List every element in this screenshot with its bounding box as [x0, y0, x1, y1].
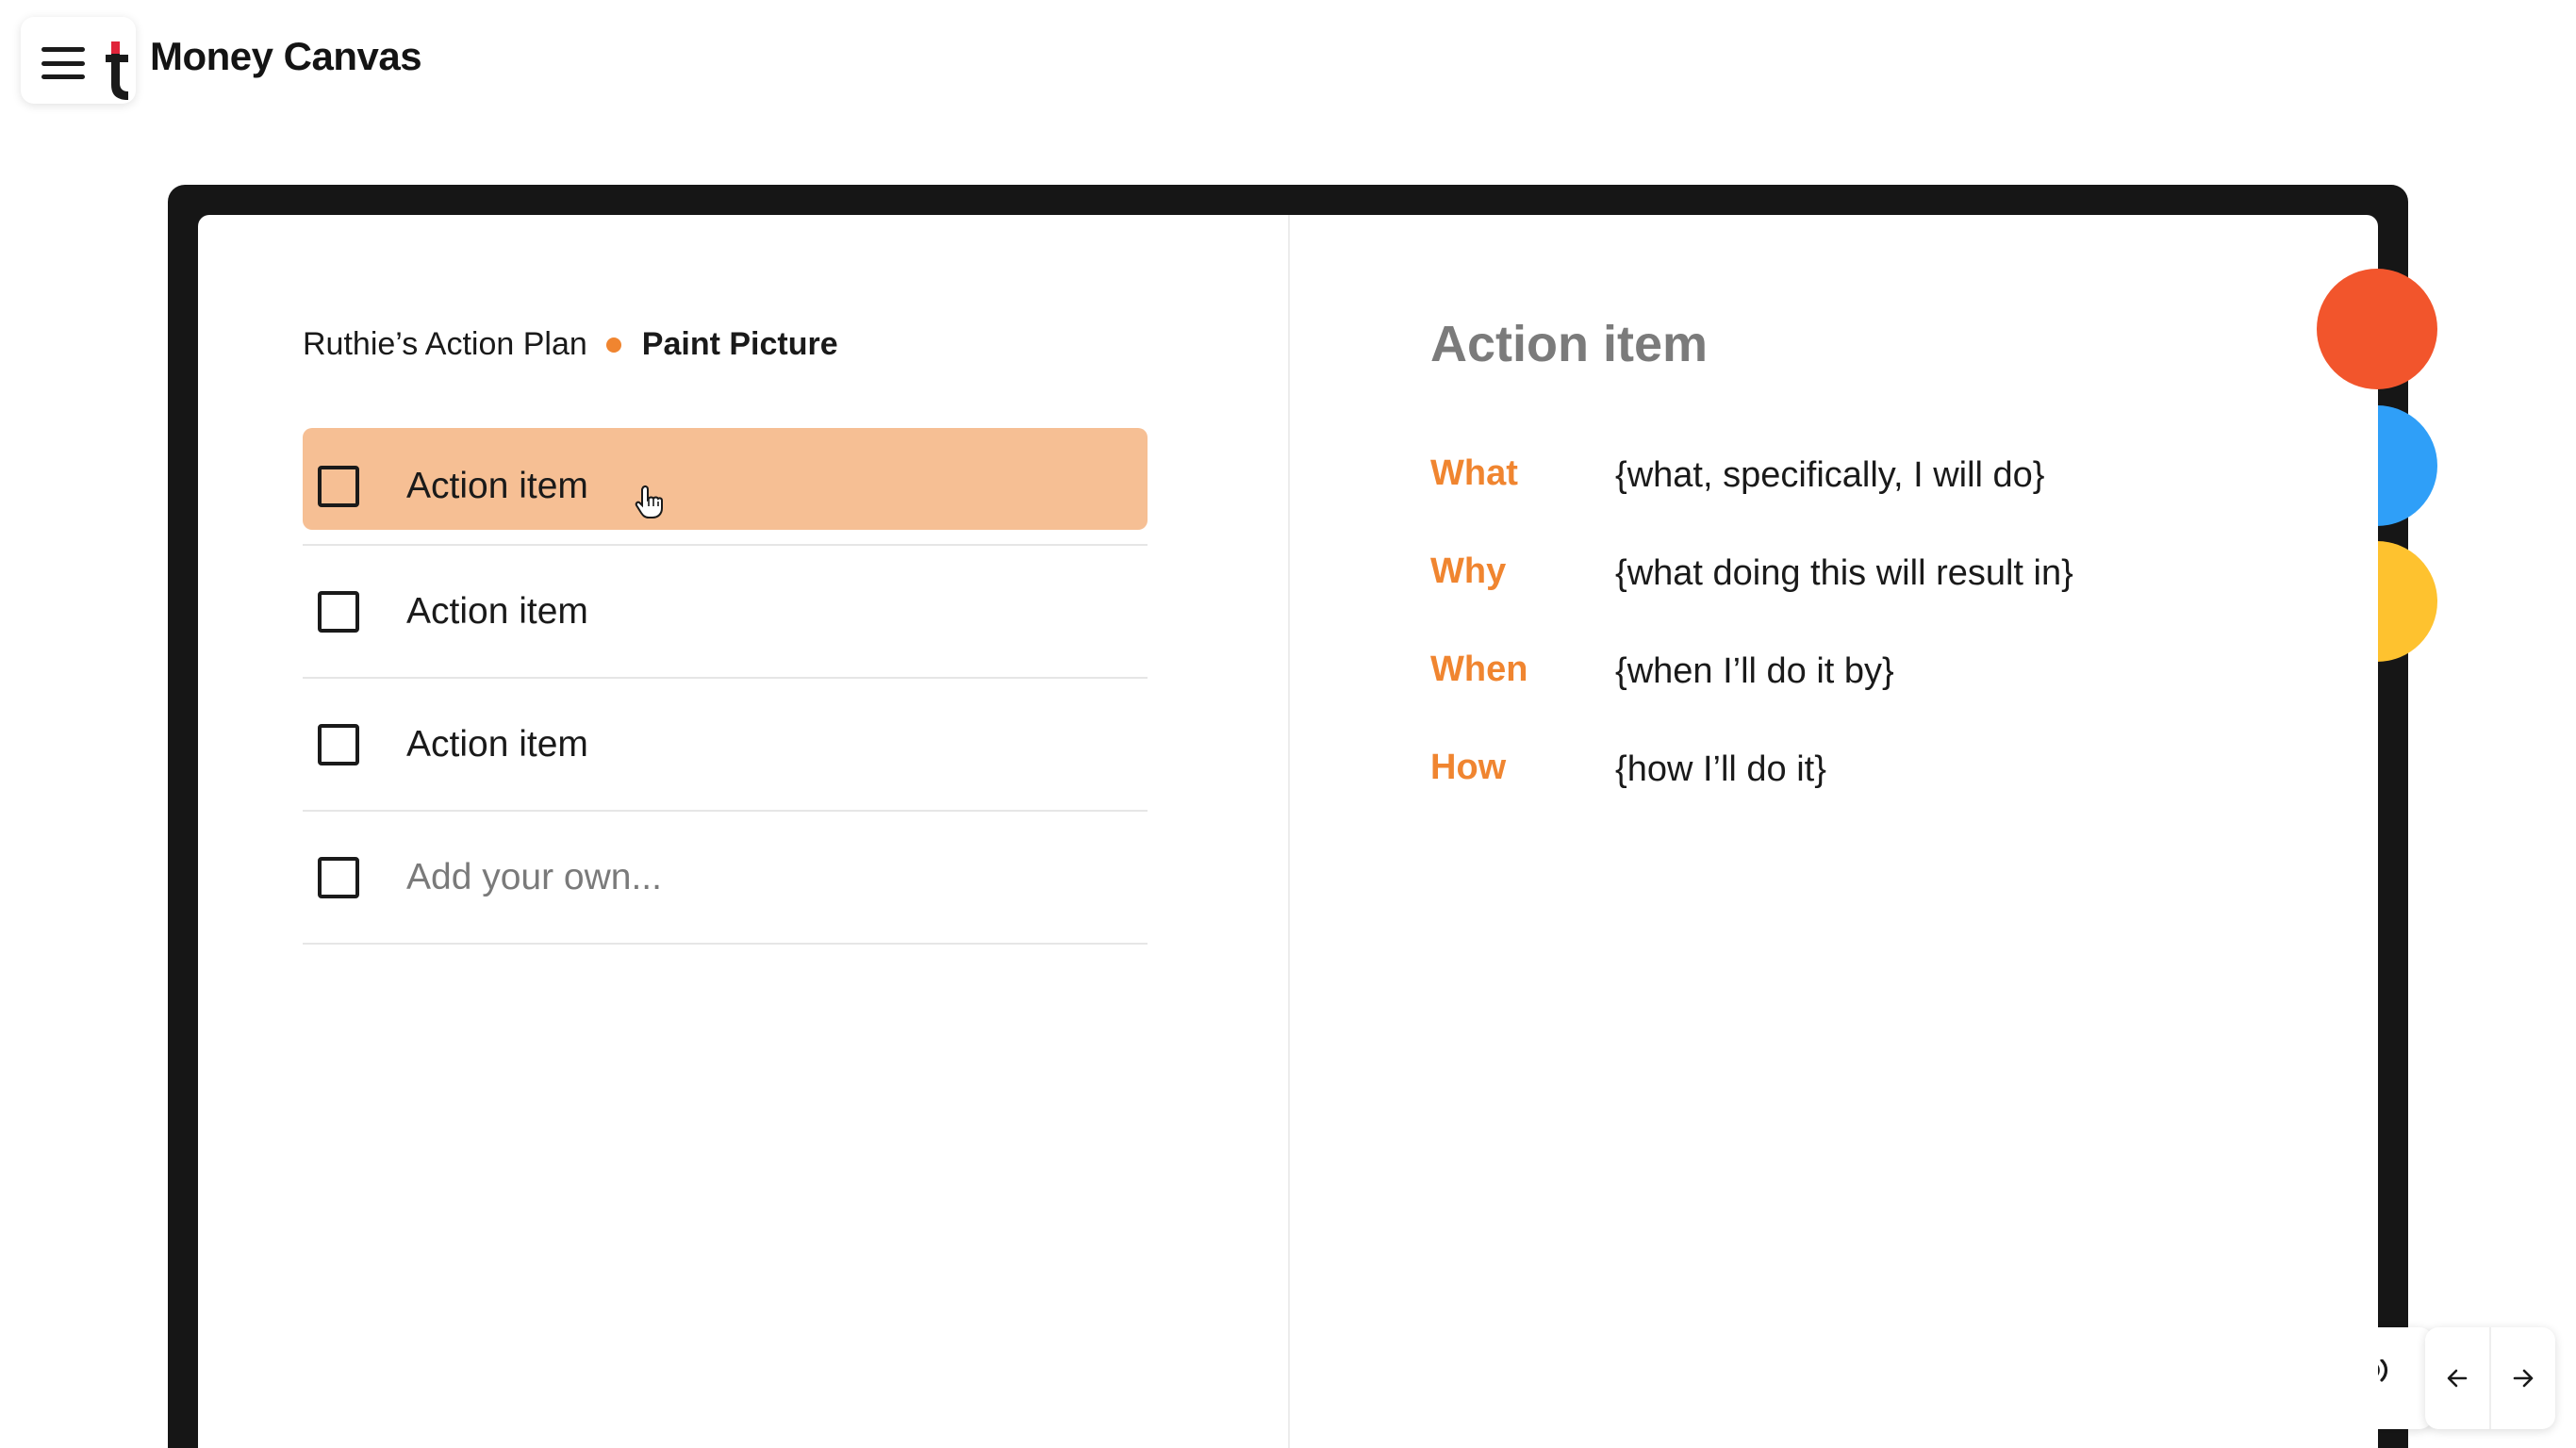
- detail-row-why: Why {what doing this will result in}: [1430, 522, 2073, 620]
- detail-row-what: What {what, specifically, I will do}: [1430, 424, 2073, 522]
- next-page-button[interactable]: [2491, 1327, 2555, 1429]
- action-item-label: Action item: [406, 465, 588, 506]
- detail-value[interactable]: {when I’ll do it by}: [1615, 651, 1894, 692]
- detail-value[interactable]: {what doing this will result in}: [1615, 553, 2073, 594]
- detail-value[interactable]: {how I’ll do it}: [1615, 749, 1826, 790]
- menu-card[interactable]: [21, 17, 136, 104]
- tab-red[interactable]: [2317, 269, 2437, 389]
- detail-key: Why: [1430, 551, 1507, 591]
- detail-row-when: When {when I’ll do it by}: [1430, 620, 2073, 718]
- add-own-input[interactable]: Add your own...: [406, 857, 662, 898]
- action-item-row[interactable]: Action item: [303, 428, 1148, 546]
- action-item-label: Action item: [406, 723, 588, 765]
- hand-cursor-icon: [635, 485, 663, 518]
- breadcrumb-separator-dot: [605, 337, 621, 353]
- action-list: Action item Action item Action item Add …: [303, 428, 1148, 945]
- detail-key: How: [1430, 747, 1507, 787]
- arrow-left-icon: [2447, 1369, 2468, 1388]
- book-spine: [1288, 215, 1290, 1448]
- add-own-row[interactable]: Add your own...: [303, 812, 1148, 945]
- detail-title: Action item: [1430, 316, 1709, 372]
- book-page: Ruthie’s Action Plan Paint Picture Actio…: [198, 215, 2378, 1448]
- breadcrumb-parent[interactable]: Ruthie’s Action Plan: [303, 326, 587, 363]
- add-own-checkbox[interactable]: [318, 856, 359, 898]
- detail-value[interactable]: {what, specifically, I will do}: [1615, 455, 2045, 496]
- detail-row-how: How {how I’ll do it}: [1430, 718, 2073, 816]
- arrow-right-icon: [2513, 1369, 2534, 1388]
- breadcrumb: Ruthie’s Action Plan Paint Picture: [303, 326, 838, 363]
- action-item-checkbox[interactable]: [318, 723, 359, 765]
- t-logo-icon: [106, 41, 128, 100]
- detail-key: When: [1430, 649, 1528, 689]
- action-item-row[interactable]: Action item: [303, 546, 1148, 679]
- action-item-checkbox[interactable]: [318, 590, 359, 633]
- detail-table: What {what, specifically, I will do} Why…: [1430, 424, 2073, 816]
- action-item-checkbox[interactable]: [318, 465, 359, 507]
- app-title: Money Canvas: [150, 34, 422, 78]
- prev-page-button[interactable]: [2425, 1327, 2489, 1429]
- page-nav: [2425, 1327, 2555, 1429]
- action-item-label: Action item: [406, 590, 588, 632]
- detail-key: What: [1430, 452, 1518, 493]
- action-item-row[interactable]: Action item: [303, 679, 1148, 812]
- breadcrumb-current: Paint Picture: [641, 326, 838, 362]
- hamburger-icon[interactable]: [41, 47, 85, 79]
